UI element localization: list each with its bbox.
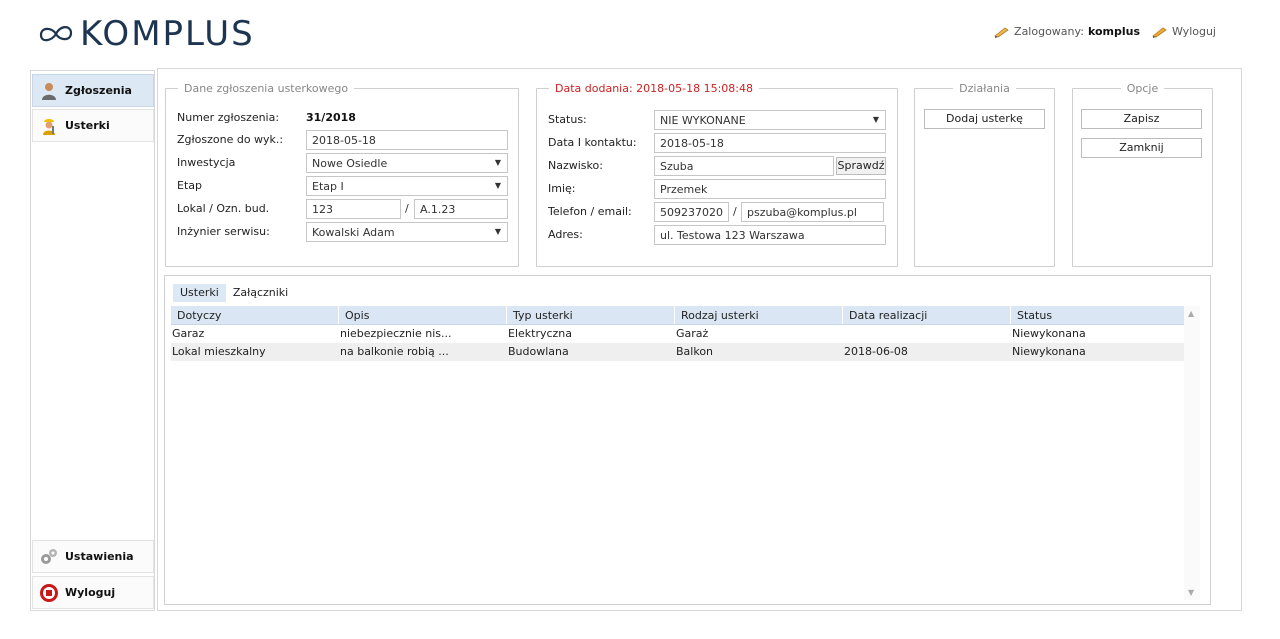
user-icon bbox=[42, 82, 56, 100]
main-panel: Dane zgłoszenia usterkowego Numer zgłosz… bbox=[157, 68, 1242, 611]
added-date-legend: Data dodania: 2018-05-18 15:08:48 bbox=[555, 82, 753, 95]
table-header: Dotyczy Opis Typ usterki Rodzaj usterki … bbox=[171, 306, 1189, 325]
user-bar: Zalogowany: komplus Wyloguj bbox=[994, 25, 1216, 38]
unit-input[interactable]: 123 bbox=[306, 199, 401, 219]
address-label: Adres: bbox=[548, 228, 583, 241]
column-header[interactable]: Rodzaj usterki bbox=[675, 306, 843, 324]
table-scrollbar[interactable]: ▲ ▼ bbox=[1184, 306, 1200, 600]
pencil-icon bbox=[994, 27, 1009, 38]
scroll-down-icon[interactable]: ▼ bbox=[1188, 588, 1194, 597]
report-legend: Dane zgłoszenia usterkowego bbox=[184, 82, 349, 95]
table-cell: na balkonie robią ... bbox=[340, 345, 449, 358]
unit-label: Lokal / Ozn. bud. bbox=[177, 202, 270, 215]
table-cell: Elektryczna bbox=[508, 327, 573, 340]
actions-fieldset: Działania Dodaj usterkę bbox=[914, 82, 1055, 267]
infinity-logo-icon bbox=[39, 26, 73, 42]
investment-label: Inwestycja bbox=[177, 156, 236, 169]
defects-table: Dotyczy Opis Typ usterki Rodzaj usterki … bbox=[171, 306, 1189, 361]
tab-zalaczniki[interactable]: Załączniki bbox=[226, 284, 295, 302]
engineer-select[interactable]: Kowalski Adam ▼ bbox=[306, 222, 508, 242]
surname-input[interactable]: Szuba bbox=[654, 156, 834, 176]
save-button[interactable]: Zapisz bbox=[1081, 109, 1202, 129]
email-input[interactable]: pszuba@komplus.pl bbox=[741, 202, 884, 222]
table-row[interactable]: Lokal mieszkalny na balkonie robią ... B… bbox=[171, 343, 1189, 361]
name-input[interactable]: Przemek bbox=[654, 179, 886, 199]
column-header[interactable]: Typ usterki bbox=[507, 306, 675, 324]
table-row[interactable]: Garaz niebezpiecznie nis... Elektryczna … bbox=[171, 325, 1189, 343]
building-input[interactable]: A.1.23 bbox=[414, 199, 508, 219]
stage-label: Etap bbox=[177, 179, 202, 192]
table-cell: Niewykonana bbox=[1012, 327, 1086, 340]
power-off-icon bbox=[40, 583, 58, 602]
add-defect-button[interactable]: Dodaj usterkę bbox=[924, 109, 1045, 129]
logged-label: Zalogowany: bbox=[1014, 25, 1084, 38]
phone-label: Telefon / email: bbox=[548, 205, 632, 218]
contact-date-label: Data I kontaktu: bbox=[548, 136, 637, 149]
dropdown-arrow-icon: ▼ bbox=[494, 158, 501, 167]
dropdown-arrow-icon: ▼ bbox=[494, 181, 501, 190]
name-label: Imię: bbox=[548, 182, 576, 195]
slash-separator: / bbox=[405, 202, 409, 215]
report-fieldset: Dane zgłoszenia usterkowego Numer zgłosz… bbox=[165, 82, 519, 267]
column-header[interactable]: Opis bbox=[339, 306, 507, 324]
tabs: Usterki Załączniki bbox=[173, 284, 295, 302]
dropdown-arrow-icon: ▼ bbox=[872, 115, 879, 124]
column-header[interactable]: Status bbox=[1011, 306, 1189, 324]
logo: KOMPLUS bbox=[38, 14, 255, 54]
phone-input[interactable]: 509237020 bbox=[654, 202, 729, 222]
actions-legend: Działania bbox=[959, 82, 1010, 95]
sidebar-item-usterki[interactable]: Usterki bbox=[32, 109, 154, 142]
options-fieldset: Opcje Zapisz Zamknij bbox=[1072, 82, 1213, 267]
investment-select[interactable]: Nowe Osiedle ▼ bbox=[306, 153, 508, 173]
table-cell: Balkon bbox=[676, 345, 714, 358]
dropdown-arrow-icon: ▼ bbox=[494, 227, 501, 236]
stage-select[interactable]: Etap I ▼ bbox=[306, 176, 508, 196]
column-header[interactable]: Data realizacji bbox=[843, 306, 1011, 324]
contact-fieldset: Data dodania: 2018-05-18 15:08:48 Status… bbox=[536, 82, 898, 267]
surname-label: Nazwisko: bbox=[548, 159, 603, 172]
table-cell: 2018-06-08 bbox=[844, 345, 908, 358]
sidebar-item-zgloszenia[interactable]: Zgłoszenia bbox=[32, 74, 154, 107]
check-button[interactable]: Sprawdź bbox=[836, 157, 886, 175]
close-button[interactable]: Zamknij bbox=[1081, 138, 1202, 158]
status-label: Status: bbox=[548, 113, 587, 126]
defects-panel: Usterki Załączniki Dotyczy Opis Typ uste… bbox=[164, 275, 1211, 605]
tab-usterki[interactable]: Usterki bbox=[173, 284, 226, 302]
sidebar-item-wyloguj[interactable]: Wyloguj bbox=[32, 576, 154, 609]
table-cell: Niewykonana bbox=[1012, 345, 1086, 358]
submitted-date-input[interactable]: 2018-05-18 bbox=[306, 130, 508, 150]
sidebar: Zgłoszenia Usterki Ustawienia Wyloguj bbox=[30, 70, 155, 611]
worker-icon bbox=[43, 118, 55, 135]
table-cell: Budowlana bbox=[508, 345, 569, 358]
scroll-up-icon[interactable]: ▲ bbox=[1188, 309, 1194, 318]
number-label: Numer zgłoszenia: bbox=[177, 111, 280, 124]
slash-separator: / bbox=[733, 205, 737, 218]
table-cell: Lokal mieszkalny bbox=[172, 345, 266, 358]
logout-link[interactable]: Wyloguj bbox=[1172, 25, 1216, 38]
table-cell: Garaz bbox=[172, 327, 205, 340]
table-cell: Garaż bbox=[676, 327, 709, 340]
gears-icon bbox=[41, 548, 57, 564]
submitted-label: Zgłoszone do wyk.: bbox=[177, 133, 284, 146]
column-header[interactable]: Dotyczy bbox=[171, 306, 339, 324]
status-select[interactable]: NIE WYKONANE ▼ bbox=[654, 110, 886, 130]
table-cell bbox=[843, 325, 1011, 343]
logo-text: KOMPLUS bbox=[80, 14, 255, 54]
address-input[interactable]: ul. Testowa 123 Warszawa bbox=[654, 225, 886, 245]
contact-date-input[interactable]: 2018-05-18 bbox=[654, 133, 886, 153]
pencil-logout-icon bbox=[1152, 27, 1167, 38]
engineer-label: Inżynier serwisu: bbox=[177, 225, 270, 238]
table-cell: niebezpiecznie nis... bbox=[340, 327, 452, 340]
username: komplus bbox=[1087, 25, 1140, 38]
number-value: 31/2018 bbox=[306, 111, 356, 124]
sidebar-item-ustawienia[interactable]: Ustawienia bbox=[32, 540, 154, 573]
options-legend: Opcje bbox=[1126, 82, 1159, 95]
